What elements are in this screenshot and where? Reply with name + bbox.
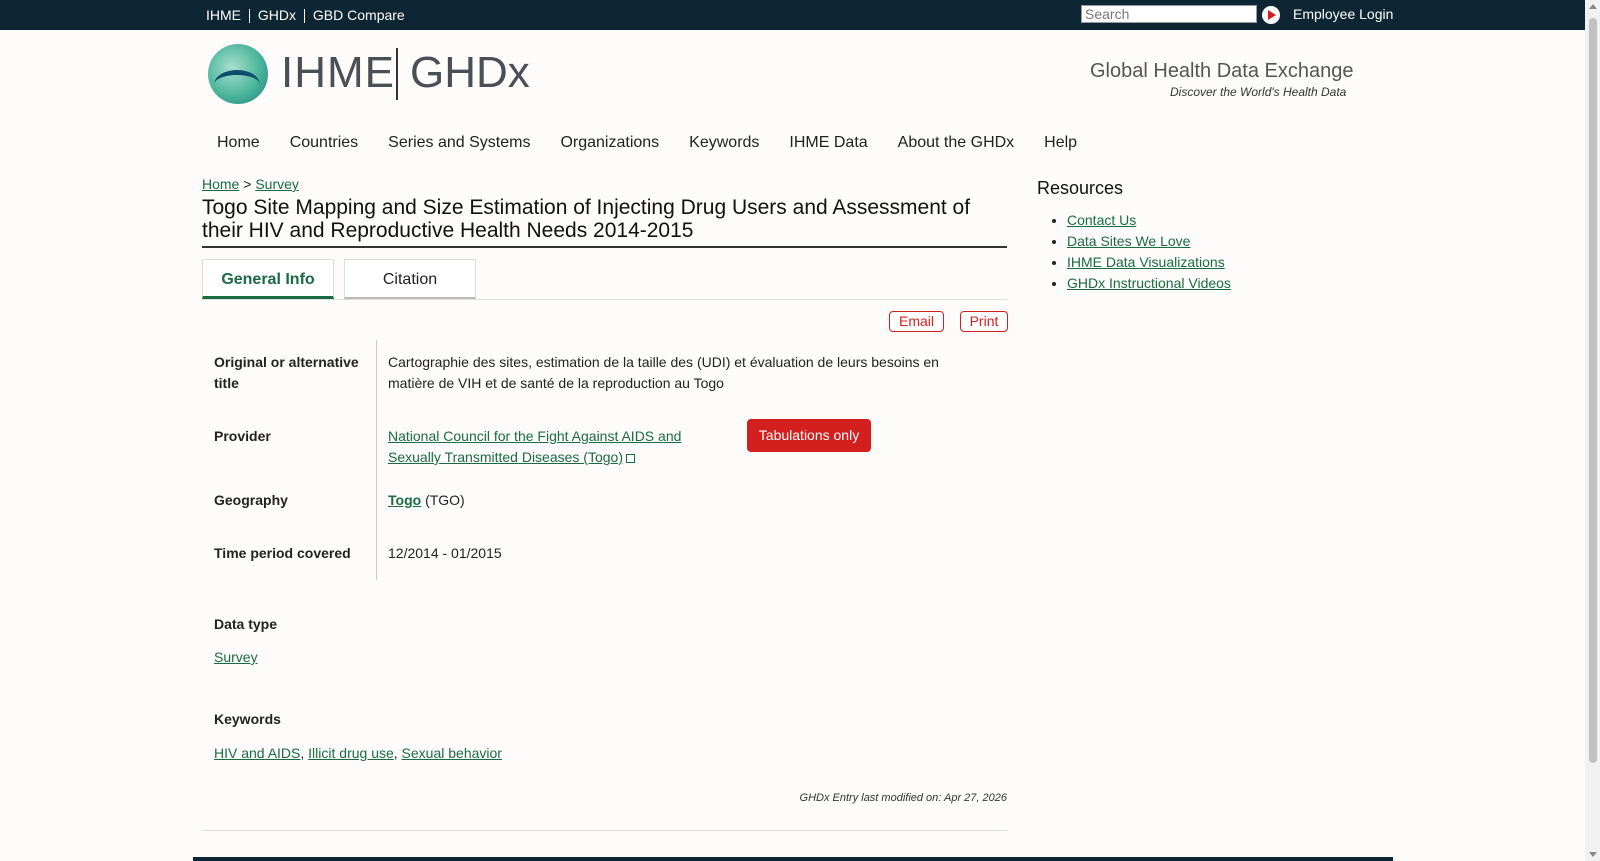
breadcrumb-separator: > (243, 176, 252, 192)
time-period-value: 12/2014 - 01/2015 (388, 545, 502, 561)
top-link-ghdx[interactable]: GHDx (254, 7, 304, 23)
tab-general-info[interactable]: General Info (202, 259, 334, 299)
resources-heading: Resources (1037, 178, 1124, 198)
breadcrumb: Home > Survey (202, 176, 299, 192)
page-title: Togo Site Mapping and Size Estimation of… (202, 196, 971, 242)
provider-link[interactable]: National Council for the Fight Against A… (388, 428, 681, 465)
logo-divider (396, 48, 398, 100)
resource-item: GHDx Instructional Videos (1067, 273, 1231, 294)
keyword-link[interactable]: Sexual behavior (402, 745, 502, 761)
resource-data-sites[interactable]: Data Sites We Love (1067, 233, 1190, 249)
top-bar: IHME GHDx GBD Compare Employee Login (0, 0, 1585, 30)
keywords-label: Keywords (214, 711, 281, 727)
nav-ihme-data[interactable]: IHME Data (789, 134, 867, 152)
top-separator (304, 9, 306, 24)
site-tagline: Global Health Data Exchange (1090, 60, 1354, 82)
logo-ghdx-text[interactable]: GHDx (410, 48, 530, 98)
site-subtagline: Discover the World's Health Data (1170, 85, 1347, 99)
keyword-separator: , (300, 745, 309, 761)
nav-about-the-ghdx[interactable]: About the GHDx (898, 134, 1015, 152)
external-link-icon[interactable] (626, 454, 635, 463)
last-modified: GHDx Entry last modified on: Apr 27, 202… (799, 792, 1007, 804)
logo-ihme-text[interactable]: IHME (281, 48, 395, 98)
nav-series-and-systems[interactable]: Series and Systems (388, 134, 530, 152)
title-divider (202, 246, 1007, 248)
details-divider (376, 340, 377, 580)
resource-item: Data Sites We Love (1067, 231, 1231, 252)
nav-countries[interactable]: Countries (290, 134, 358, 152)
top-nav: IHME GHDx GBD Compare (202, 7, 413, 24)
main-nav: Home Countries Series and Systems Organi… (217, 134, 1107, 152)
email-button[interactable]: Email (889, 311, 944, 332)
employee-login-link[interactable]: Employee Login (1293, 6, 1393, 22)
resource-videos[interactable]: GHDx Instructional Videos (1067, 275, 1231, 291)
content-bottom-divider (202, 830, 1007, 831)
nav-home[interactable]: Home (217, 134, 260, 152)
nav-organizations[interactable]: Organizations (560, 134, 659, 152)
keyword-link[interactable]: Illicit drug use (308, 745, 394, 761)
top-link-gbd-compare[interactable]: GBD Compare (309, 7, 413, 23)
resource-visualizations[interactable]: IHME Data Visualizations (1067, 254, 1225, 270)
top-separator (249, 9, 250, 24)
scrollbar-thumb[interactable] (1589, 18, 1597, 763)
tab-citation[interactable]: Citation (344, 259, 476, 299)
play-arrow-icon[interactable] (1262, 6, 1280, 24)
tabs-divider (202, 299, 1007, 300)
search-input[interactable] (1081, 5, 1257, 23)
data-type-value: Survey (214, 647, 258, 668)
geography-link[interactable]: Togo (388, 492, 421, 508)
logo-wave (214, 70, 260, 99)
data-type-label: Data type (214, 616, 278, 632)
keywords-list: HIV and AIDS, Illicit drug use, Sexual b… (214, 743, 502, 764)
time-period-label: Time period covered (214, 545, 351, 561)
geography-label: Geography (214, 492, 288, 508)
alt-title-label: Original or alternative title (214, 354, 359, 391)
provider-label: Provider (214, 428, 271, 444)
footer-bar (193, 857, 1393, 861)
provider-value: National Council for the Fight Against A… (388, 426, 698, 468)
resource-contact-us[interactable]: Contact Us (1067, 212, 1136, 228)
breadcrumb-home[interactable]: Home (202, 176, 239, 192)
scrollbar[interactable] (1585, 0, 1600, 861)
print-button[interactable]: Print (960, 311, 1008, 332)
resource-item: Contact Us (1067, 210, 1231, 231)
alt-title-value: Cartographie des sites, estimation de la… (388, 354, 939, 391)
top-link-ihme[interactable]: IHME (202, 7, 249, 23)
scroll-up-icon[interactable] (1589, 4, 1597, 9)
keyword-link[interactable]: HIV and AIDS (214, 745, 300, 761)
keyword-separator: , (393, 745, 402, 761)
geography-code: (TGO) (425, 492, 465, 508)
resources-list: Contact Us Data Sites We Love IHME Data … (1037, 210, 1231, 294)
scroll-down-icon[interactable] (1589, 852, 1597, 857)
breadcrumb-survey[interactable]: Survey (255, 176, 299, 192)
data-type-link[interactable]: Survey (214, 649, 258, 665)
nav-help[interactable]: Help (1044, 134, 1077, 152)
geography-value: Togo (TGO) (388, 490, 465, 511)
nav-keywords[interactable]: Keywords (689, 134, 759, 152)
tabulations-only-button[interactable]: Tabulations only (747, 419, 871, 452)
resource-item: IHME Data Visualizations (1067, 252, 1231, 273)
